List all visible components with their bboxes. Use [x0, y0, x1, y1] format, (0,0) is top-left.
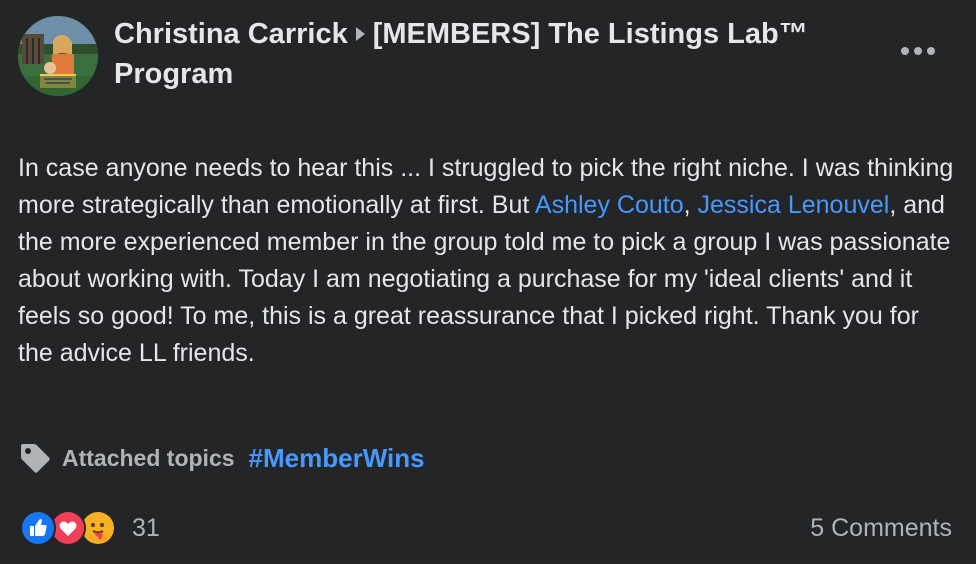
- more-options-button[interactable]: [896, 36, 940, 66]
- topics-label: Attached topics: [62, 444, 235, 471]
- mention-separator: ,: [683, 191, 698, 219]
- more-horizontal-icon: [901, 47, 935, 55]
- mention-jessica-lenouvel[interactable]: Jessica Lenouvel: [698, 191, 890, 219]
- hashtag-link[interactable]: #MemberWins: [249, 443, 425, 474]
- post-body: In case anyone needs to hear this ... I …: [18, 150, 958, 372]
- post-header: Christina Carrick [MEMBERS] The Listings …: [114, 14, 874, 94]
- post-card: Christina Carrick [MEMBERS] The Listings …: [0, 0, 976, 564]
- author-name[interactable]: Christina Carrick: [114, 18, 348, 50]
- attached-topics: Attached topics #MemberWins: [18, 438, 425, 478]
- caret-right-icon: [355, 27, 365, 42]
- reaction-count: 31: [132, 513, 160, 542]
- reactions-summary[interactable]: 31: [20, 508, 160, 548]
- comments-count-link[interactable]: 5 Comments: [810, 508, 952, 548]
- like-icon: [20, 510, 56, 546]
- tag-icon: [21, 444, 50, 473]
- mention-ashley-couto[interactable]: Ashley Couto: [535, 191, 684, 219]
- author-avatar[interactable]: [18, 16, 98, 96]
